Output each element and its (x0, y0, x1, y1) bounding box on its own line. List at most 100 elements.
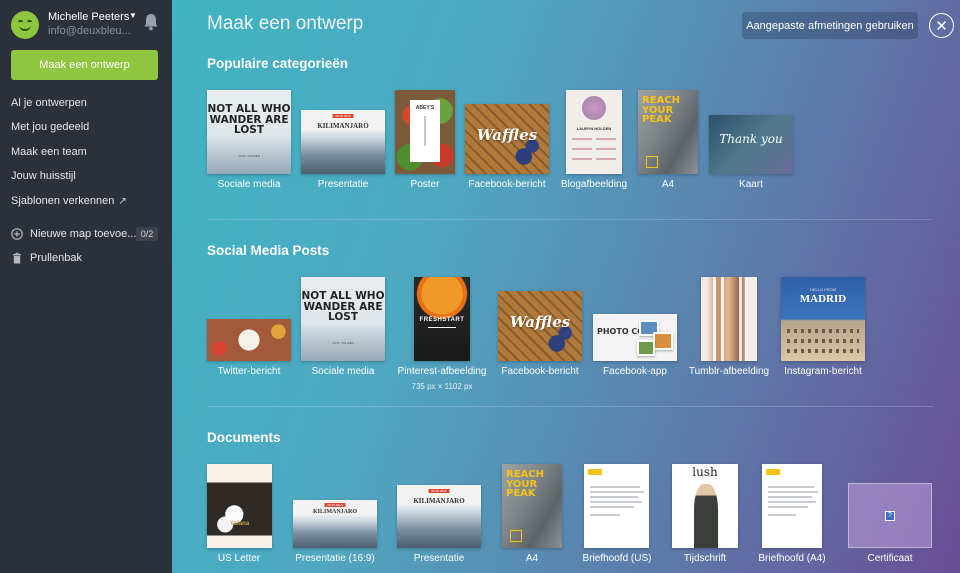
thumbnail: ? (848, 483, 932, 548)
thumbnail: NOT ALL WHO WANDER ARE LOST J.R.R. TOLKI… (207, 90, 291, 174)
thumbnail: Yafana (207, 464, 272, 548)
thumb-title: MADRID (799, 293, 847, 305)
thumb-quote-author: J.R.R. TOLKIEN (238, 154, 260, 158)
thumbnail: FRESHSTART (414, 277, 470, 361)
thumbnail (584, 464, 649, 548)
sidebar: Michelle Peeters ▼ info@deuxbleu... Maak… (0, 0, 172, 573)
card-label: Briefhoofd (A4) (758, 553, 826, 564)
thumb-title: REACH YOUR PEAK (642, 95, 680, 125)
sidebar-item-shared[interactable]: Met jou gedeeld (11, 121, 89, 133)
trash-icon (13, 252, 21, 264)
close-icon[interactable]: ✕ (929, 13, 954, 38)
thumbnail: LAURYN HOLDEN (566, 90, 622, 174)
thumbnail: NOT ALL WHO WANDER ARE LOST J.R.R. TOLKI… (301, 277, 385, 361)
thumbnail: Waffles (465, 104, 549, 174)
thumbnail: Thank you (709, 115, 793, 174)
thumbnail (701, 277, 757, 361)
thumb-title: KILIMANJARO (317, 122, 369, 130)
bell-icon[interactable] (143, 13, 159, 31)
magazine-model (694, 484, 718, 548)
page-title: Maak een ontwerp (207, 13, 364, 34)
thumb-title: lush (692, 465, 718, 479)
card-label: Sociale media (311, 366, 375, 377)
thumbnail: REACH YOUR PEAK (638, 90, 698, 174)
poster-panel: ABEY'S (410, 100, 440, 162)
thumb-title: KILIMANJARO (312, 509, 357, 515)
thumbnail: Waffles (498, 291, 582, 361)
thumb-title: LAURYN HOLDEN (576, 126, 612, 131)
card-label: Certificaat (867, 553, 913, 564)
card-label: Facebook-app (603, 366, 667, 377)
thumbnail: 05.05.2016 KILIMANJARO (397, 485, 481, 548)
card-label: Kaart (739, 179, 763, 190)
card-label: Briefhoofd (US) (582, 553, 652, 564)
sidebar-item-trash[interactable]: Prullenbak (30, 252, 82, 264)
thumb-quote-author: J.R.R. TOLKIEN (332, 341, 354, 345)
thumb-title: ABEY'S (415, 105, 435, 111)
card-label: Tijdschrift (683, 553, 727, 564)
new-folder-button[interactable]: Nieuwe map toevoe... (30, 228, 136, 240)
thumb-date-tag: 05.05.2016 (428, 489, 450, 493)
thumbnail: ABEY'S (395, 90, 455, 174)
card-label: A4 (525, 553, 539, 564)
design-picker: Maak een ontwerp Aangepaste afmetingen g… (172, 0, 960, 573)
card-label: Presentatie (16:9) (295, 553, 375, 564)
thumbnail: PHOTO COMP (593, 314, 677, 361)
blog-photo (582, 96, 606, 120)
thumb-title: Thank you (719, 132, 783, 146)
card-label: Blogafbeelding (560, 179, 628, 190)
broken-image-icon: ? (885, 510, 895, 521)
thumb-subtitle: HELLO FROM (809, 287, 836, 292)
section-title-documents: Documents (207, 430, 281, 445)
card-dimensions: 735 px × 1102 px (411, 382, 473, 391)
card-label: US Letter (217, 553, 261, 564)
card-label: Facebook-bericht (468, 179, 546, 190)
folder-count-badge: 0/2 (136, 227, 158, 241)
sidebar-item-all-designs[interactable]: Al je ontwerpen (11, 97, 87, 109)
card-label: Instagram-bericht (784, 366, 862, 377)
card-label: Twitter-bericht (217, 366, 281, 377)
custom-dimensions-button[interactable]: Aangepaste afmetingen gebruiken (742, 12, 918, 39)
thumb-date-tag: 05.05.2016 (324, 503, 346, 507)
section-title-popular: Populaire categorieën (207, 56, 349, 71)
thumb-quote: NOT ALL WHO WANDER ARE LOST (207, 103, 291, 136)
thumb-date-tag: 05.05.2016 (332, 114, 354, 118)
thumb-title: Waffles (476, 126, 538, 144)
user-name: Michelle Peeters (48, 11, 130, 23)
thumb-title: Yafana (229, 521, 250, 527)
card-label: Facebook-bericht (501, 366, 579, 377)
doc-logo (588, 469, 602, 475)
plus-circle-icon[interactable] (11, 228, 23, 240)
card-label: Poster (410, 179, 440, 190)
section-divider (207, 406, 933, 407)
card-label: Presentatie (317, 179, 369, 190)
thumb-title: REACH YOUR PEAK (506, 469, 544, 499)
thumbnail (762, 464, 822, 548)
card-label: Tumblr-afbeelding (688, 366, 770, 377)
thumb-quote: NOT ALL WHO WANDER ARE LOST (301, 290, 385, 323)
avatar (11, 11, 39, 39)
sidebar-item-explore-templates[interactable]: Sjablonen verkennen ↗ (11, 195, 127, 207)
sidebar-item-brand-kit[interactable]: Jouw huisstijl (11, 170, 76, 182)
thumbnail: REACH YOUR PEAK (502, 464, 562, 548)
thumbnail: 05.05.2016 KILIMANJARO (293, 500, 377, 548)
caret-down-icon[interactable]: ▼ (129, 11, 137, 20)
sidebar-item-label: Sjablonen verkennen (11, 195, 115, 207)
sidebar-item-create-team[interactable]: Maak een team (11, 146, 87, 158)
card-label: Presentatie (413, 553, 465, 564)
card-label: Sociale media (217, 179, 281, 190)
user-email: info@deuxbleu... (48, 25, 131, 37)
thumbnail: 05.05.2016 KILIMANJARO (301, 110, 385, 174)
thumb-title: KILIMANJARO (413, 497, 465, 505)
section-divider (207, 219, 933, 220)
thumb-title: FRESHSTART (419, 317, 465, 323)
create-design-button[interactable]: Maak een ontwerp (11, 50, 158, 80)
thumb-title: Waffles (509, 313, 571, 331)
external-link-icon: ↗ (118, 196, 127, 207)
section-title-social: Social Media Posts (207, 243, 330, 258)
thumbnail: HELLO FROM MADRID (781, 277, 865, 361)
card-label: A4 (661, 179, 675, 190)
thumbnail (207, 319, 291, 361)
card-label: Pinterest-afbeelding (397, 366, 487, 377)
thumbnail: lush (672, 464, 738, 548)
